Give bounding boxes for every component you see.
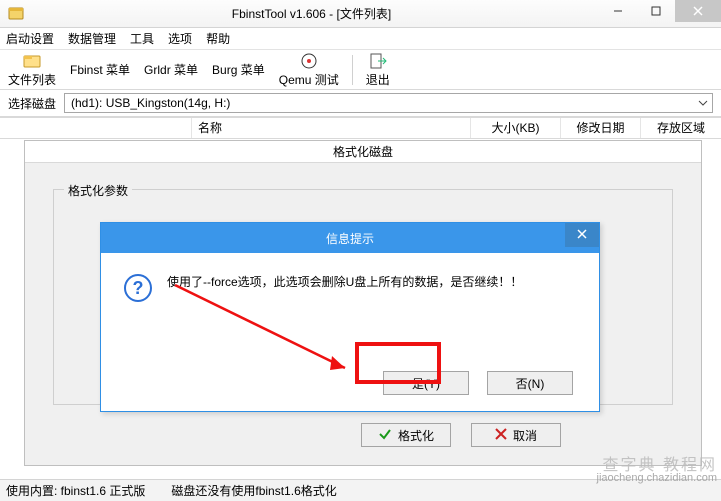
yes-button-label: 是(Y)	[412, 375, 440, 392]
watermark-line2: jiaocheng.chazidian.com	[597, 472, 717, 485]
yes-button[interactable]: 是(Y)	[383, 371, 469, 395]
toolbar-separator	[352, 55, 353, 85]
tool-burg-menu[interactable]: Burg 菜单	[208, 61, 269, 78]
disk-select-value: (hd1): USB_Kingston(14g, H:)	[71, 96, 230, 110]
col-mtime[interactable]: 修改日期	[561, 118, 641, 138]
close-button[interactable]	[675, 0, 721, 22]
col-name[interactable]: 名称	[192, 118, 471, 138]
close-icon	[577, 228, 587, 242]
no-button[interactable]: 否(N)	[487, 371, 573, 395]
message-buttons: 是(Y) 否(N)	[383, 371, 573, 395]
menu-tools[interactable]: 工具	[130, 30, 154, 47]
check-icon	[378, 427, 392, 444]
cancel-button[interactable]: 取消	[471, 423, 561, 447]
format-button-label: 格式化	[398, 427, 434, 444]
message-body: ? 使用了--force选项，此选项会删除U盘上所有的数据，是否继续！！	[101, 253, 599, 306]
message-close-button[interactable]	[565, 223, 599, 247]
message-dialog: 信息提示 ? 使用了--force选项，此选项会删除U盘上所有的数据，是否继续！…	[100, 222, 600, 412]
col-size[interactable]: 大小(KB)	[471, 118, 561, 138]
folder-icon	[23, 52, 41, 70]
col-blank[interactable]	[0, 118, 192, 138]
disk-select[interactable]: (hd1): USB_Kingston(14g, H:)	[64, 93, 713, 113]
watermark: 查字典 教程网 jiaocheng.chazidian.com	[597, 459, 717, 485]
menu-data[interactable]: 数据管理	[68, 30, 116, 47]
question-icon: ?	[123, 273, 153, 306]
svg-text:?: ?	[133, 278, 144, 298]
watermark-line1: 查字典 教程网	[597, 459, 717, 472]
tool-qemu-label: Qemu 测试	[279, 71, 339, 88]
tool-fbinst-menu[interactable]: Fbinst 菜单	[66, 61, 134, 78]
tool-qemu-test[interactable]: Qemu 测试	[275, 52, 343, 88]
tool-grldr-menu[interactable]: Grldr 菜单	[140, 61, 202, 78]
window-title: FbinstTool v1.606 - [文件列表]	[24, 5, 599, 22]
x-icon	[495, 428, 507, 443]
status-seg-1: 使用内置: fbinst1.6 正式版	[6, 482, 145, 499]
minimize-button[interactable]	[599, 0, 637, 22]
tool-exit-label: 退出	[366, 71, 390, 88]
app-icon	[8, 6, 24, 22]
window-controls	[599, 0, 721, 27]
message-text: 使用了--force选项，此选项会删除U盘上所有的数据，是否继续！！	[167, 273, 522, 292]
menu-startup[interactable]: 启动设置	[6, 30, 54, 47]
tool-file-list-label: 文件列表	[8, 71, 56, 88]
col-region[interactable]: 存放区域	[641, 118, 721, 138]
chevron-down-icon	[698, 97, 708, 111]
disk-label: 选择磁盘	[8, 95, 56, 112]
maximize-button[interactable]	[637, 0, 675, 22]
menu-options[interactable]: 选项	[168, 30, 192, 47]
format-dialog-title: 格式化磁盘	[25, 141, 701, 163]
exit-icon	[369, 52, 387, 70]
no-button-label: 否(N)	[516, 375, 545, 392]
content-area: 名称 大小(KB) 修改日期 存放区域	[0, 116, 721, 139]
format-params-label: 格式化参数	[64, 182, 132, 199]
menu-help[interactable]: 帮助	[206, 30, 230, 47]
titlebar: FbinstTool v1.606 - [文件列表]	[0, 0, 721, 28]
message-dialog-titlebar: 信息提示	[101, 223, 599, 253]
qemu-icon	[300, 52, 318, 70]
status-seg-2: 磁盘还没有使用fbinst1.6格式化	[171, 482, 336, 499]
tool-exit[interactable]: 退出	[362, 52, 394, 88]
menubar: 启动设置 数据管理 工具 选项 帮助	[0, 28, 721, 50]
disk-row: 选择磁盘 (hd1): USB_Kingston(14g, H:)	[0, 90, 721, 116]
toolbar: 文件列表 Fbinst 菜单 Grldr 菜单 Burg 菜单 Qemu 测试 …	[0, 50, 721, 90]
tool-file-list[interactable]: 文件列表	[4, 52, 60, 88]
format-button[interactable]: 格式化	[361, 423, 451, 447]
cancel-button-label: 取消	[513, 427, 537, 444]
tool-grldr-label: Grldr 菜单	[144, 61, 198, 78]
tool-fbinst-label: Fbinst 菜单	[70, 61, 130, 78]
message-dialog-title: 信息提示	[326, 230, 374, 247]
columns-header: 名称 大小(KB) 修改日期 存放区域	[0, 117, 721, 139]
tool-burg-label: Burg 菜单	[212, 61, 265, 78]
